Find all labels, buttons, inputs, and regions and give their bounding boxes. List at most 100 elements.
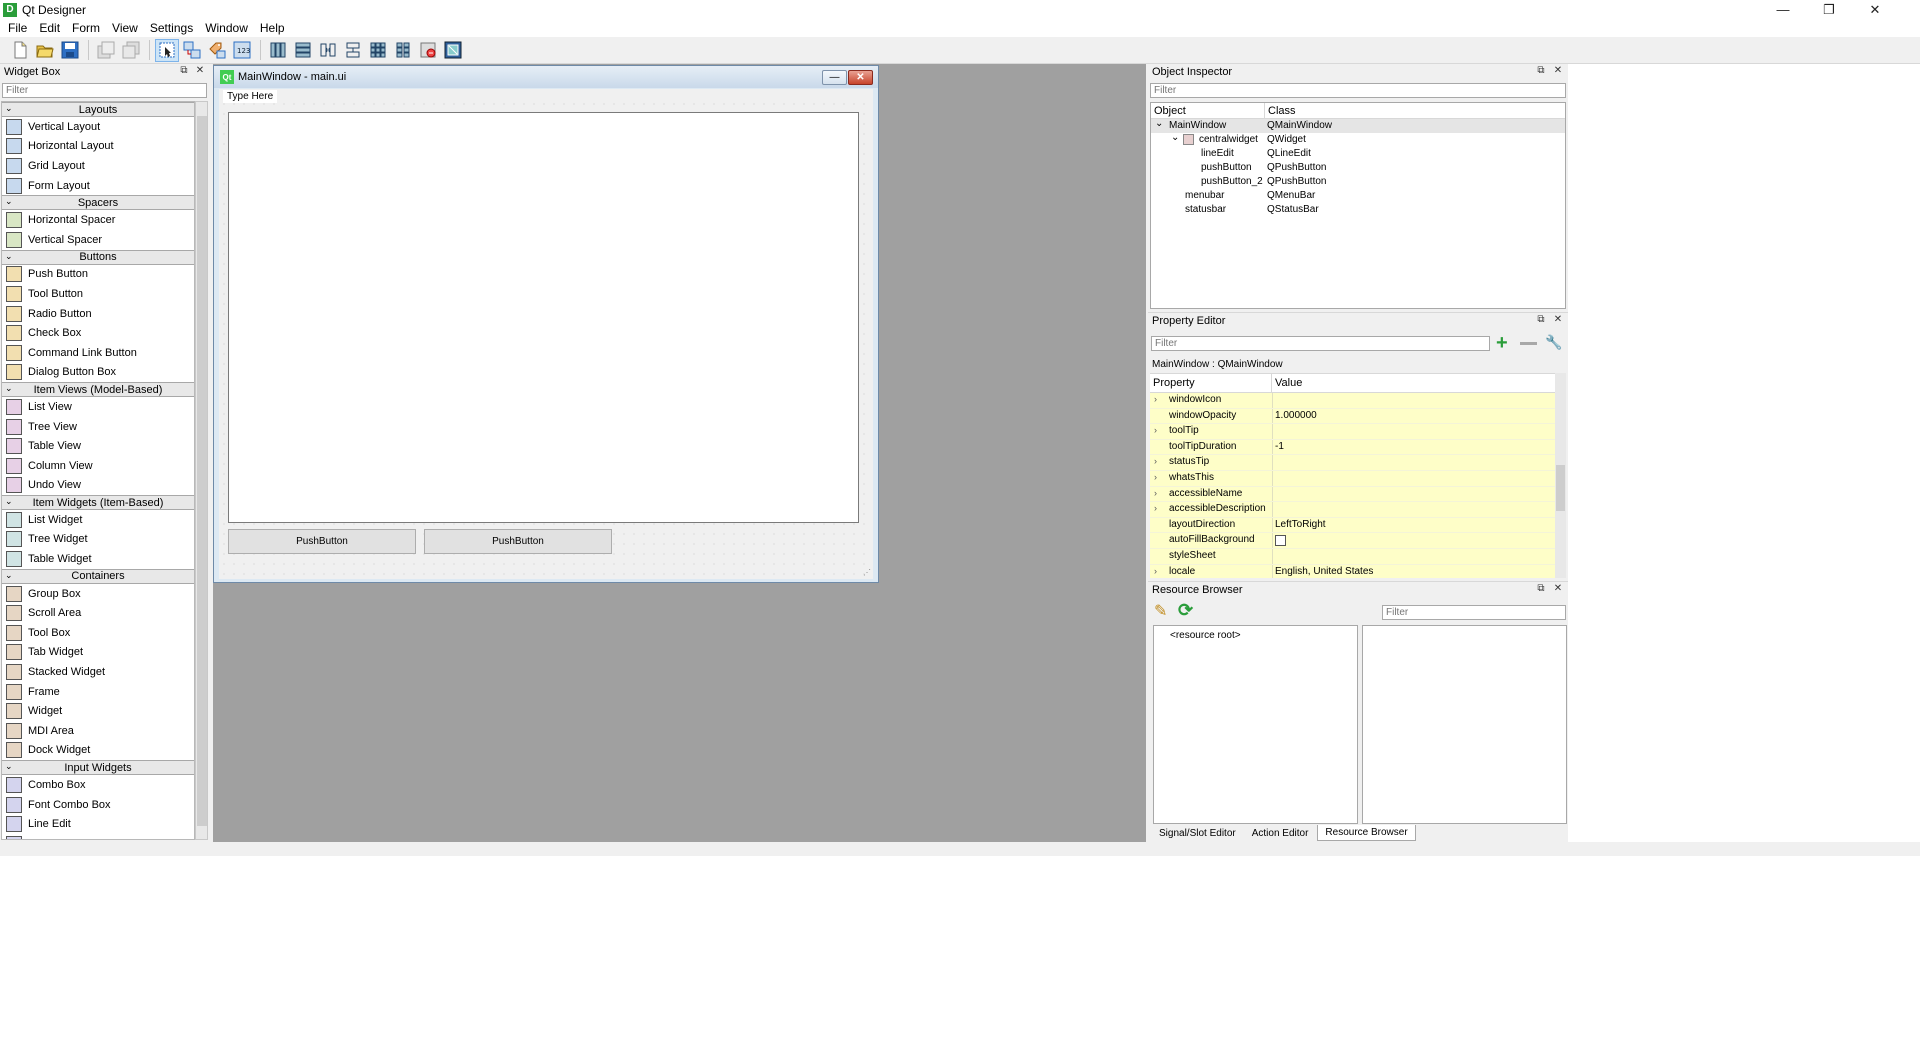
widget-box-item[interactable]: Tool Box	[2, 623, 194, 643]
tab-action-editor[interactable]: Action Editor	[1245, 825, 1316, 841]
layout-vertical-icon[interactable]	[291, 39, 315, 62]
widget-box-item[interactable]: Horizontal Spacer	[2, 210, 194, 230]
widget-box-item[interactable]: Grid Layout	[2, 156, 194, 176]
property-row[interactable]: windowOpacity 1.000000	[1150, 408, 1555, 425]
menu-window[interactable]: Window	[199, 21, 254, 35]
auto-fill-background-checkbox[interactable]	[1275, 535, 1286, 547]
layout-grid-icon[interactable]	[366, 39, 390, 62]
widget-box-item[interactable]: Column View	[2, 456, 194, 476]
object-tree-row[interactable]: pushButton QPushButton	[1151, 161, 1565, 175]
widget-box-item[interactable]: Vertical Spacer	[2, 230, 194, 250]
form-line-edit[interactable]	[228, 112, 859, 523]
menu-view[interactable]: View	[106, 21, 144, 35]
widget-box-item[interactable]: Stacked Widget	[2, 662, 194, 682]
save-icon[interactable]	[58, 39, 82, 62]
object-tree-row[interactable]: statusbar QStatusBar	[1151, 203, 1565, 217]
column-header-class[interactable]: Class	[1265, 103, 1565, 118]
widget-category[interactable]: ⌄ Input Widgets	[2, 760, 194, 776]
chevron-right-icon[interactable]: ›	[1154, 425, 1157, 435]
float-icon[interactable]: ⧉	[1534, 583, 1548, 594]
open-file-icon[interactable]	[33, 39, 57, 62]
widget-category[interactable]: ⌄ Layouts	[2, 102, 194, 117]
widget-box-item[interactable]: MDI Area	[2, 721, 194, 741]
object-tree-row[interactable]: menubar QMenuBar	[1151, 189, 1565, 203]
chevron-down-icon[interactable]: ⌄	[1155, 118, 1163, 129]
property-filter-input[interactable]	[1151, 336, 1490, 351]
form-window[interactable]: Qt MainWindow - main.ui — ✕ Type Here Pu…	[213, 65, 879, 583]
edit-resources-icon[interactable]: ✎	[1154, 601, 1174, 621]
chevron-down-icon[interactable]: ⌄	[5, 761, 13, 772]
widget-box-item[interactable]: Vertical Layout	[2, 117, 194, 137]
layout-vertical-splitter-icon[interactable]	[341, 39, 365, 62]
layout-form-icon[interactable]	[391, 39, 415, 62]
chevron-right-icon[interactable]: ›	[1154, 456, 1157, 466]
property-value[interactable]: LeftToRight	[1275, 519, 1326, 530]
close-icon[interactable]: ✕	[1852, 0, 1898, 19]
widget-box-item[interactable]: Tab Widget	[2, 643, 194, 663]
chevron-right-icon[interactable]: ›	[1154, 503, 1157, 513]
resource-filter-input[interactable]	[1382, 605, 1566, 620]
add-dynamic-property-icon[interactable]: +	[1496, 333, 1514, 353]
widget-box-item[interactable]: Line Edit	[2, 814, 194, 834]
widget-box-item[interactable]: Combo Box	[2, 775, 194, 795]
edit-signals-slots-icon[interactable]	[180, 39, 204, 62]
form-title-bar[interactable]: Qt MainWindow - main.ui	[214, 66, 878, 88]
object-tree-row[interactable]: pushButton_2 QPushButton	[1151, 175, 1565, 189]
tab-resource-browser[interactable]: Resource Browser	[1317, 825, 1416, 841]
property-row[interactable]: › accessibleName	[1150, 486, 1555, 503]
property-row[interactable]: › statusTip	[1150, 455, 1555, 471]
widget-box-scrollbar[interactable]	[195, 101, 208, 840]
widget-box-item[interactable]: Frame	[2, 682, 194, 702]
scrollbar-thumb[interactable]	[197, 116, 207, 826]
edit-buddies-icon[interactable]	[205, 39, 229, 62]
column-header-object[interactable]: Object	[1151, 103, 1265, 118]
menu-help[interactable]: Help	[254, 21, 291, 35]
resize-grip-icon[interactable]: ⋰	[863, 568, 871, 577]
widget-box-item[interactable]: Scroll Area	[2, 603, 194, 623]
new-file-icon[interactable]	[8, 39, 32, 62]
widget-box-item[interactable]: Push Button	[2, 265, 194, 285]
property-row[interactable]: › toolTip	[1150, 424, 1555, 440]
send-to-back-icon[interactable]	[119, 39, 143, 62]
property-value[interactable]: English, United States	[1275, 566, 1373, 577]
widget-box-item[interactable]: Tool Button	[2, 284, 194, 304]
property-row[interactable]: › whatsThis	[1150, 470, 1555, 487]
minimize-icon[interactable]: —	[1760, 0, 1806, 19]
column-header-property[interactable]: Property	[1150, 374, 1272, 392]
property-row[interactable]: › locale English, United States	[1150, 564, 1555, 578]
close-icon[interactable]: ✕	[1551, 583, 1565, 594]
object-tree-row[interactable]: ⌄ MainWindow QMainWindow	[1151, 118, 1565, 133]
close-icon[interactable]: ✕	[848, 70, 873, 85]
property-row[interactable]: toolTipDuration -1	[1150, 439, 1555, 456]
form-canvas[interactable]: Type Here PushButton PushButton ⋰	[219, 89, 873, 579]
float-icon[interactable]: ⧉	[177, 65, 191, 76]
edit-widgets-icon[interactable]	[155, 38, 179, 62]
configure-icon[interactable]: 🔧	[1545, 334, 1563, 352]
chevron-down-icon[interactable]: ⌄	[5, 570, 13, 581]
restore-icon[interactable]: ❐	[1806, 0, 1852, 19]
widget-box-item[interactable]: Table View	[2, 436, 194, 456]
break-layout-icon[interactable]	[416, 39, 440, 62]
widget-box-item[interactable]: Check Box	[2, 323, 194, 343]
property-row[interactable]: › windowIcon	[1150, 393, 1555, 409]
adjust-size-icon[interactable]	[441, 39, 465, 62]
property-value[interactable]: -1	[1275, 441, 1284, 452]
menu-settings[interactable]: Settings	[144, 21, 199, 35]
widget-box-item[interactable]: Dialog Button Box	[2, 363, 194, 383]
chevron-down-icon[interactable]: ⌄	[5, 251, 13, 262]
property-row[interactable]: layoutDirection LeftToRight	[1150, 517, 1555, 534]
widget-box-item[interactable]: Form Layout	[2, 176, 194, 196]
widget-box-item[interactable]: Widget	[2, 701, 194, 721]
widget-box-item[interactable]: Undo View	[2, 476, 194, 496]
widget-box-item[interactable]: Group Box	[2, 584, 194, 604]
widget-box-item[interactable]: Text Edit	[2, 834, 194, 839]
chevron-right-icon[interactable]: ›	[1154, 394, 1157, 404]
menu-form[interactable]: Form	[66, 21, 106, 35]
chevron-down-icon[interactable]: ⌄	[5, 196, 13, 207]
widget-box-item[interactable]: Dock Widget	[2, 741, 194, 761]
menu-file[interactable]: File	[2, 21, 33, 35]
widget-category[interactable]: ⌄ Item Widgets (Item-Based)	[2, 495, 194, 511]
layout-horizontal-splitter-icon[interactable]	[316, 39, 340, 62]
resource-root-item[interactable]: <resource root>	[1170, 630, 1241, 641]
object-inspector-filter-input[interactable]	[1150, 83, 1566, 98]
